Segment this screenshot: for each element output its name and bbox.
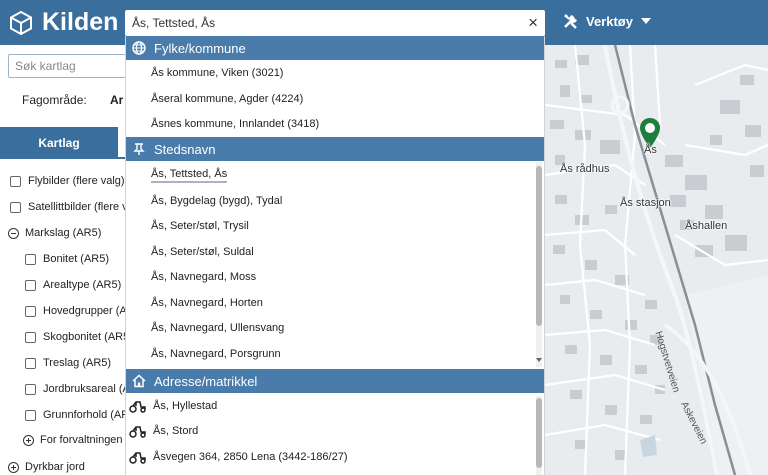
result-item[interactable]: Ås, Stord (129, 424, 198, 438)
section-title: Adresse/matrikkel (154, 373, 258, 389)
map-view[interactable]: Ås Ås rådhus Ås stasjon Åshallen Hogstve… (545, 45, 768, 475)
layer-item[interactable]: Bonitet (AR5) (25, 253, 109, 265)
cube-logo-icon (10, 10, 32, 35)
layer-item[interactable]: Jordbruksareal (A (25, 383, 130, 395)
layer-group[interactable]: For forvaltningen (23, 434, 123, 446)
layer-label: Bonitet (AR5) (43, 253, 110, 265)
layer-checkbox[interactable] (10, 175, 21, 187)
tab-kartlag[interactable]: Kartlag (0, 127, 118, 159)
map-label: Ås (644, 144, 657, 156)
app-logo[interactable]: Kilden (8, 8, 118, 37)
search-results-dropdown: Fylke/kommune Ås kommune, Viken (3021) Å… (125, 36, 545, 475)
layer-group-label: For forvaltningen (40, 434, 123, 446)
tractor-icon (129, 426, 146, 438)
layer-checkbox[interactable] (25, 305, 36, 317)
layer-checkbox[interactable] (25, 409, 36, 421)
clear-search-icon[interactable]: × (528, 14, 538, 32)
tools-menu-button[interactable]: Verktøy (562, 12, 651, 30)
layer-label: Satellittbilder (flere va (28, 201, 134, 213)
globe-icon (132, 41, 146, 55)
map-label: Ås rådhus (560, 163, 610, 175)
section-header-fylke-kommune: Fylke/kommune (126, 36, 544, 60)
section-header-adresse-matrikkel: Adresse/matrikkel (126, 369, 544, 393)
fagomrade-label: Fagområde: (22, 93, 87, 107)
result-item-selected[interactable]: Ås, Tettsted, Ås (151, 168, 228, 183)
layer-item[interactable]: Grunnforhold (AR (25, 409, 129, 421)
result-item[interactable]: Åsvegen 364, 2850 Lena (3442-186/27) (129, 450, 348, 464)
result-item[interactable]: Ås, Navnegard, Porsgrunn (151, 348, 281, 360)
layer-group-label: Markslag (AR5) (25, 227, 102, 239)
layer-item[interactable]: Satellittbilder (flere va (10, 201, 134, 213)
layer-checkbox[interactable] (25, 331, 36, 343)
result-item-label: Åsvegen 364, 2850 Lena (3442-186/27) (153, 451, 348, 463)
scroll-down-arrow-icon[interactable] (536, 358, 542, 362)
result-item[interactable]: Ås, Navnegard, Horten (151, 297, 263, 309)
layer-label: Arealtype (AR5) (43, 279, 122, 291)
result-item[interactable]: Ås, Bygdelag (bygd), Tydal (151, 195, 282, 207)
place-search-box[interactable]: × (125, 10, 545, 36)
layer-label: Treslag (AR5) (43, 357, 112, 369)
result-item[interactable]: Ås, Hyllestad (129, 399, 217, 413)
layer-checkbox[interactable] (10, 201, 21, 213)
map-label: Åshallen (685, 220, 728, 232)
expand-icon[interactable] (23, 434, 34, 446)
map-canvas (545, 45, 768, 475)
layer-label: Jordbruksareal (A (43, 383, 130, 395)
layer-label: Skogbonitet (AR5) (43, 331, 133, 343)
fagomrade-select[interactable]: Ar (110, 93, 123, 107)
layer-group[interactable]: Markslag (AR5) (8, 227, 101, 239)
adresse-scrollbar-thumb[interactable] (536, 398, 542, 468)
tractor-icon (129, 452, 146, 464)
layer-checkbox[interactable] (25, 357, 36, 369)
place-search-input[interactable] (126, 11, 516, 35)
pin-icon (133, 143, 145, 155)
section-title: Stedsnavn (154, 141, 216, 157)
layer-item[interactable]: Skogbonitet (AR5) (25, 331, 133, 343)
section-title: Fylke/kommune (154, 40, 246, 56)
layer-group[interactable]: Dyrkbar jord (8, 461, 85, 473)
layer-item[interactable]: Treslag (AR5) (25, 357, 111, 369)
layer-checkbox[interactable] (25, 279, 36, 291)
tools-menu-label: Verktøy (586, 13, 633, 29)
section-header-stedsnavn: Stedsnavn (126, 137, 544, 161)
result-item-label: Ås, Hyllestad (153, 400, 218, 412)
map-label: Ås stasjon (620, 197, 671, 209)
home-icon (132, 374, 146, 388)
layer-label: Grunnforhold (AR (43, 409, 130, 421)
chevron-down-icon (640, 18, 651, 24)
tab-kartlag-label: Kartlag (38, 136, 80, 150)
result-item[interactable]: Ås, Seter/støl, Trysil (151, 220, 249, 232)
result-item[interactable]: Ås, Seter/støl, Suldal (151, 246, 254, 258)
layer-checkbox[interactable] (25, 383, 36, 395)
result-item[interactable]: Ås, Navnegard, Moss (151, 271, 256, 283)
layer-item[interactable]: Hovedgrupper (AR (25, 305, 135, 317)
layer-group-label: Dyrkbar jord (25, 461, 85, 473)
layer-label: Hovedgrupper (AR (43, 305, 135, 317)
result-item[interactable]: Åsnes kommune, Innlandet (3418) (151, 118, 319, 130)
layer-label: Flybilder (flere valg) (28, 175, 125, 187)
result-item[interactable]: Åseral kommune, Agder (4224) (151, 93, 303, 105)
collapse-icon[interactable] (8, 227, 19, 239)
stedsnavn-scrollbar-thumb[interactable] (536, 166, 542, 326)
result-item-label: Ås, Stord (153, 425, 199, 437)
expand-icon[interactable] (8, 461, 19, 473)
result-item[interactable]: Ås kommune, Viken (3021) (151, 67, 283, 79)
layer-checkbox[interactable] (25, 253, 36, 265)
layer-item[interactable]: Flybilder (flere valg) (10, 175, 125, 187)
result-item[interactable]: Ås, Navnegard, Ullensvang (151, 322, 284, 334)
tab-underline (0, 157, 140, 159)
tools-icon (564, 14, 577, 29)
tractor-icon (129, 401, 146, 413)
app-title: Kilden (42, 8, 119, 36)
layer-item[interactable]: Arealtype (AR5) (25, 279, 121, 291)
